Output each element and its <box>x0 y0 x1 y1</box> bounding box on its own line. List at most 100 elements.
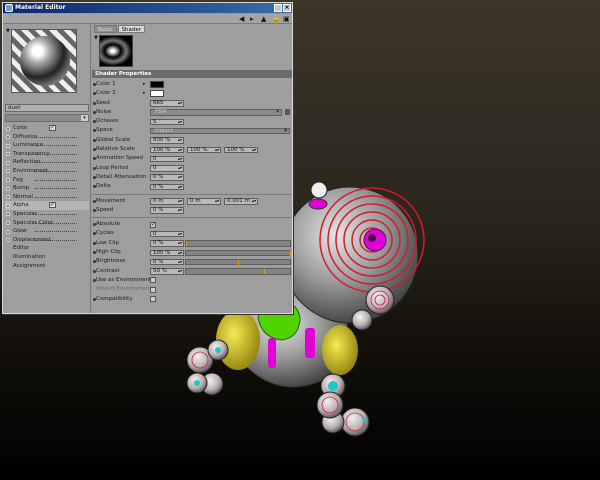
channel-item-displacement[interactable]: Displacement <box>5 236 89 245</box>
row-loop-period: Loop Period 0 ▴▾ <box>92 164 292 173</box>
channel-bullet-icon <box>6 186 10 191</box>
dotted-leader <box>35 179 77 181</box>
color2-expand-icon[interactable]: ▸ <box>143 89 146 98</box>
relative-scale-z-field[interactable]: 100 % ▴▾ <box>224 146 258 154</box>
contrast-slider[interactable] <box>185 268 291 275</box>
octaves-field[interactable]: 5 ▴▾ <box>150 118 184 126</box>
speed-field[interactable]: 0 % ▴▾ <box>150 207 184 214</box>
preview-menu-icon[interactable]: ▼ <box>6 28 10 34</box>
cycles-field[interactable]: 0 ▴▾ <box>150 230 184 238</box>
shader-properties: Color 1 ▸ Color 2 ▸ Seed 665 ▴▾ Noise FBM ▾ Oc… <box>92 80 292 304</box>
row-noise: Noise FBM ▾ <box>92 108 292 117</box>
arrow-up-icon[interactable]: ▲ <box>261 15 266 23</box>
row-global-scale: Global Scale 800 % ▴▾ <box>92 136 292 145</box>
movement-z-field[interactable]: 0.001 m ▴▾ <box>224 198 258 205</box>
noise-dropdown[interactable]: FBM ▾ <box>150 109 282 116</box>
sidebar-item-assignment[interactable]: Assignment <box>5 262 89 271</box>
channel-item-luminance[interactable]: Luminance <box>5 141 89 150</box>
global-scale-field[interactable]: 800 % ▴▾ <box>150 137 184 144</box>
relative-scale-x-field[interactable]: 100 % ▴▾ <box>150 146 184 154</box>
channel-checkbox[interactable]: ✓ <box>49 202 56 209</box>
channel-label: Normal <box>13 193 33 200</box>
row-relative-scale: Relative Scale 100 % ▴▾ 100 % ▴▾ 100 % ▴▾ <box>92 145 292 154</box>
close-button[interactable]: × <box>283 4 291 12</box>
relative-scale-y-field[interactable]: 100 % ▴▾ <box>187 146 221 154</box>
channel-bullet-icon <box>6 152 10 157</box>
channel-item-normal[interactable]: Normal <box>5 193 89 202</box>
high-clip-slider[interactable] <box>185 249 291 257</box>
project-environment-checkbox[interactable] <box>150 286 156 293</box>
channel-item-color[interactable]: Color ✓ <box>5 124 89 133</box>
row-speed: Speed 0 % ▴▾ <box>92 206 292 215</box>
channel-checkbox[interactable]: ✓ <box>49 125 56 131</box>
material-name-field[interactable]: duet <box>5 104 89 112</box>
high-clip-field[interactable]: 100 % ▴▾ <box>150 249 184 257</box>
channel-item-fog[interactable]: Fog <box>5 176 89 185</box>
noise-options-icon[interactable] <box>285 108 290 115</box>
absolute-checkbox[interactable]: ✓ <box>150 221 156 228</box>
dotted-leader <box>35 222 77 224</box>
channel-item-reflection[interactable]: Reflection <box>5 158 89 167</box>
channel-item-glow[interactable]: Glow <box>5 227 89 236</box>
channel-label: Fog <box>13 176 23 183</box>
brightness-slider[interactable] <box>185 258 291 266</box>
material-preview[interactable] <box>11 29 77 93</box>
channel-item-transparency[interactable]: Transparency <box>5 150 89 159</box>
dropdown-arrow-icon[interactable]: ▾ <box>81 115 88 121</box>
row-brightness: Brightness 0 % ▴▾ <box>92 257 292 266</box>
chevron-down-icon: ▾ <box>284 127 287 134</box>
brightness-field[interactable]: 0 % ▴▾ <box>150 258 184 266</box>
channel-bullet-icon <box>6 178 10 183</box>
shader-thumbnail[interactable] <box>99 35 133 67</box>
animation-speed-field[interactable]: 0 ▴▾ <box>150 155 184 163</box>
channel-bullet-icon <box>6 169 10 174</box>
channel-bullet-icon <box>6 195 10 200</box>
channel-label: Bump <box>13 185 30 192</box>
channel-filter-field[interactable]: ▾ <box>5 114 89 122</box>
channel-list: Color ✓ Diffusion Luminance Transparency Refl… <box>5 124 89 270</box>
app-icon <box>5 4 13 12</box>
toolbar: ◀ ▸ ▲ 🔒 ▣ <box>3 14 292 24</box>
contrast-field[interactable]: 50 % ▴▾ <box>150 268 184 275</box>
row-color1: Color 1 ▸ <box>92 80 292 89</box>
channel-item-bump[interactable]: Bump <box>5 184 89 193</box>
tab-basic[interactable]: Basic <box>94 25 117 33</box>
low-clip-slider[interactable] <box>185 240 291 247</box>
delta-field[interactable]: 0 % ▴▾ <box>150 183 184 191</box>
use-as-environment-checkbox[interactable] <box>150 277 156 284</box>
channel-item-specular-color[interactable]: Specular Color <box>5 219 89 228</box>
channel-item-diffusion[interactable]: Diffusion <box>5 133 89 142</box>
arrow-right-icon[interactable]: ▸ <box>250 15 254 23</box>
compatibility-checkbox[interactable] <box>150 296 156 303</box>
loop-period-field[interactable]: 0 ▴▾ <box>150 165 184 172</box>
row-animation-speed: Animation Speed 0 ▴▾ <box>92 154 292 163</box>
tab-shader[interactable]: Shader <box>117 25 146 33</box>
movement-x-field[interactable]: 0 m ▴▾ <box>150 198 184 205</box>
channel-bullet-icon <box>6 143 10 148</box>
sidebar-item-illumination[interactable]: Illumination <box>5 253 89 262</box>
low-clip-field[interactable]: 0 % ▴▾ <box>150 240 184 247</box>
title-bar[interactable]: Material Editor × <box>3 3 292 13</box>
divider <box>92 192 292 195</box>
channel-bullet-icon <box>6 135 10 140</box>
channel-bullet-icon <box>6 203 10 208</box>
arrow-left-icon[interactable]: ◀ <box>239 15 244 23</box>
sidebar-item-editor[interactable]: Editor <box>5 244 89 253</box>
thumbnail-menu-icon[interactable]: ▼ <box>94 35 98 41</box>
channel-item-alpha[interactable]: Alpha ✓ <box>5 201 89 210</box>
row-absolute: Absolute ✓ <box>92 220 292 229</box>
seed-field[interactable]: 665 ▴▾ <box>150 100 184 107</box>
movement-y-field[interactable]: 0 m ▴▾ <box>187 198 221 205</box>
detail-attenuation-field[interactable]: 0 % ▴▾ <box>150 174 184 181</box>
color1-expand-icon[interactable]: ▸ <box>143 80 146 89</box>
material-editor-window[interactable]: Material Editor × ◀ ▸ ▲ 🔒 ▣ ▼ duet ▾ Col… <box>2 2 293 314</box>
color1-swatch[interactable] <box>150 81 164 88</box>
panel-icon[interactable]: ▣ <box>283 15 290 23</box>
space-dropdown[interactable]: Object ▾ <box>150 127 290 135</box>
lock-icon[interactable]: 🔒 <box>272 15 281 23</box>
row-compatibility: Compatibility <box>92 295 292 304</box>
color2-swatch[interactable] <box>150 90 164 98</box>
minimize-button[interactable] <box>274 4 282 12</box>
channel-item-specular[interactable]: Specular <box>5 210 89 219</box>
channel-item-environment[interactable]: Environment <box>5 167 89 176</box>
